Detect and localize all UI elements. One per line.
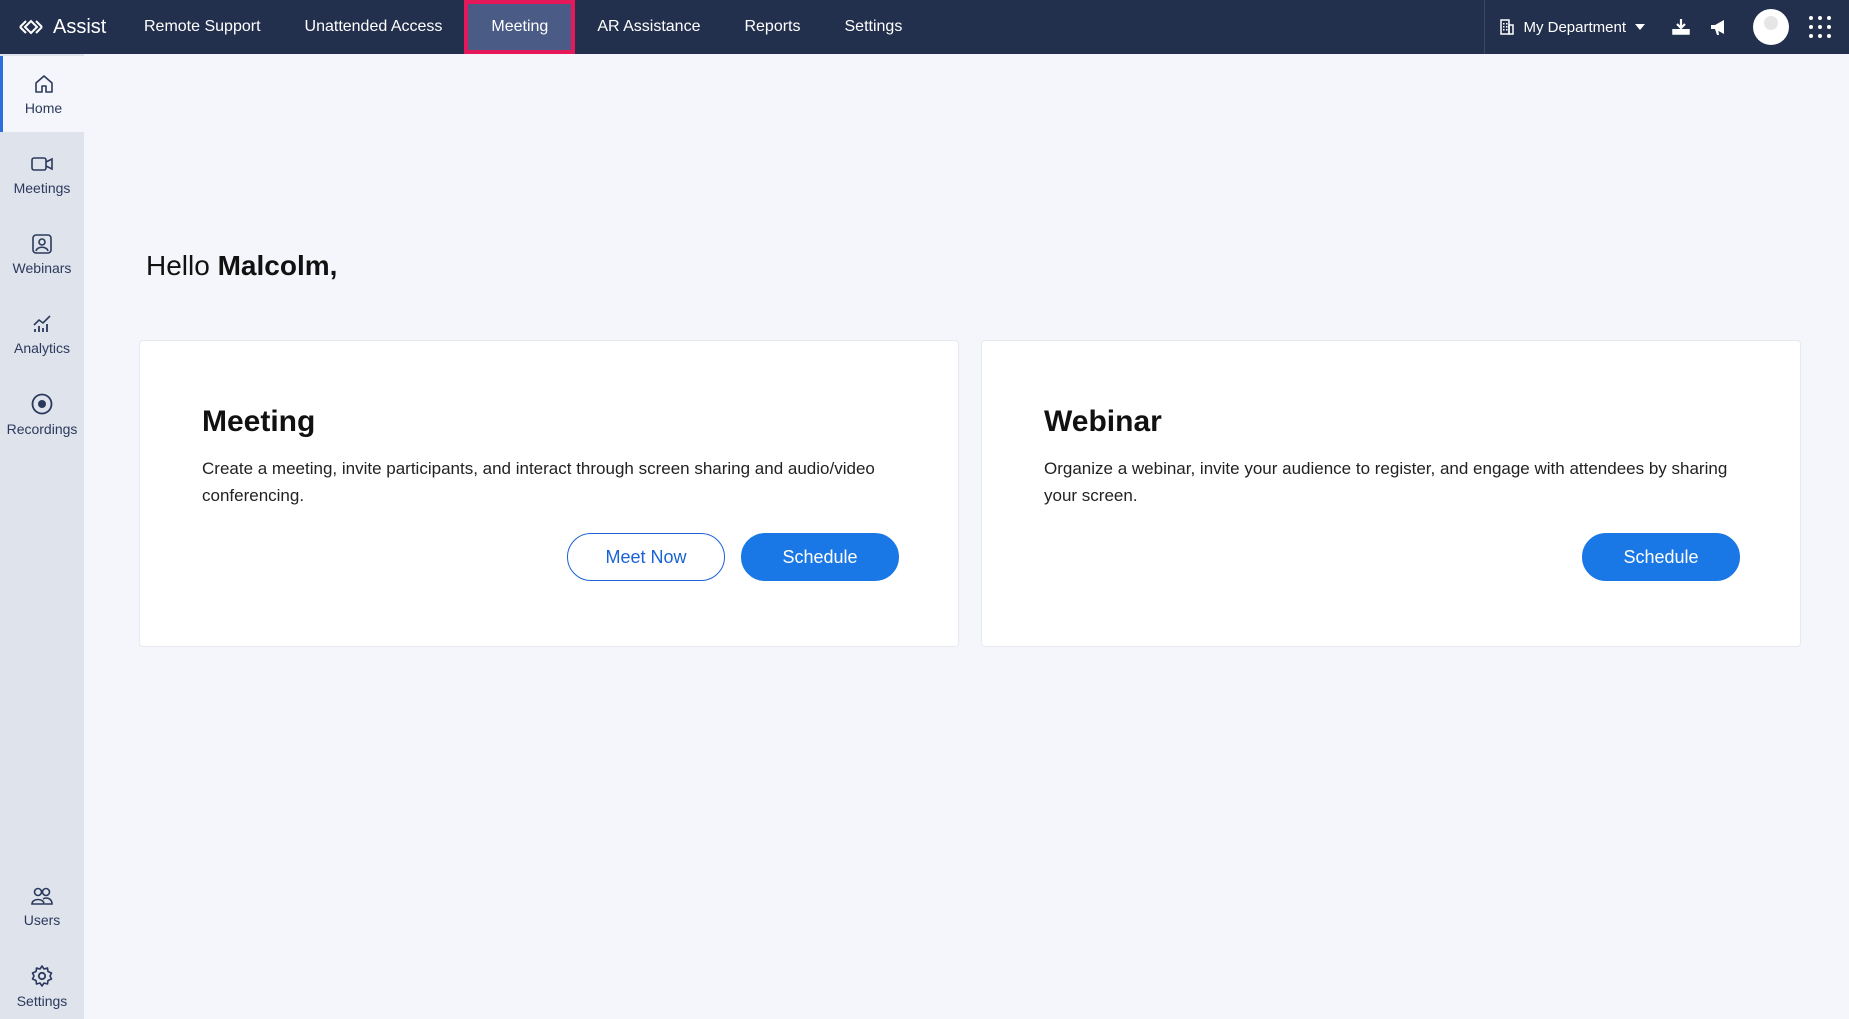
main-nav: Remote Support Unattended Access Meeting… (122, 0, 924, 54)
sidebar-item-meetings[interactable]: Meetings (0, 136, 84, 212)
chevron-down-icon (1635, 24, 1645, 30)
schedule-meeting-button[interactable]: Schedule (741, 533, 899, 581)
video-icon (31, 156, 53, 171)
sidebar-item-label: Analytics (13, 339, 71, 356)
home-icon (34, 74, 53, 93)
assist-logo-icon (19, 19, 43, 35)
greeting: Hello Malcolm, (146, 250, 337, 282)
nav-remote-support[interactable]: Remote Support (122, 0, 283, 54)
brand-logo[interactable]: Assist (0, 0, 122, 54)
sidebar-item-label: Meetings (13, 179, 71, 196)
user-name: Malcolm, (217, 250, 338, 281)
sidebar-item-settings[interactable]: Settings (0, 948, 84, 1019)
sidebar-item-label: Settings (16, 992, 68, 1009)
top-navigation-bar: Assist Remote Support Unattended Access … (0, 0, 1849, 54)
sidebar-item-recordings[interactable]: Recordings (0, 376, 84, 452)
top-right-actions: My Department (1484, 0, 1849, 54)
webinar-card-description: Organize a webinar, invite your audience… (1044, 459, 1728, 505)
department-selector[interactable]: My Department (1499, 19, 1645, 36)
sidebar-item-label: Recordings (6, 420, 78, 437)
announcement-icon[interactable] (1707, 15, 1731, 39)
greeting-prefix: Hello (146, 250, 218, 281)
meet-now-button[interactable]: Meet Now (567, 533, 725, 581)
apps-grid-icon[interactable] (1809, 16, 1831, 38)
meeting-card: Meeting Create a meeting, invite partici… (139, 340, 959, 647)
building-icon (1500, 19, 1515, 35)
sidebar-item-label: Users (23, 911, 61, 928)
department-label: My Department (1523, 18, 1626, 36)
nav-reports[interactable]: Reports (722, 0, 822, 54)
brand-name: Assist (53, 15, 107, 38)
download-icon[interactable] (1669, 15, 1693, 39)
sidebar-item-home[interactable]: Home (0, 56, 84, 132)
webinar-card: Webinar Organize a webinar, invite your … (981, 340, 1801, 647)
sidebar-item-webinars[interactable]: Webinars (0, 216, 84, 292)
gear-icon (31, 964, 53, 987)
nav-settings[interactable]: Settings (823, 0, 925, 54)
nav-unattended-access[interactable]: Unattended Access (283, 0, 465, 54)
meeting-card-title: Meeting (202, 405, 316, 438)
sidebar-item-analytics[interactable]: Analytics (0, 296, 84, 372)
sidebar-item-label: Home (24, 99, 63, 116)
sidebar-item-users[interactable]: Users (0, 868, 84, 944)
left-sidebar: Home Meetings Webinars Analytics Recordi… (0, 54, 84, 1019)
users-icon (31, 887, 53, 905)
schedule-webinar-button[interactable]: Schedule (1582, 533, 1740, 581)
sidebar-item-label: Webinars (12, 259, 72, 276)
analytics-icon (33, 314, 51, 332)
nav-meeting[interactable]: Meeting (464, 0, 576, 54)
webinar-card-title: Webinar (1044, 405, 1162, 438)
avatar[interactable] (1753, 9, 1789, 45)
nav-ar-assistance[interactable]: AR Assistance (575, 0, 722, 54)
record-icon (31, 393, 53, 414)
meeting-card-description: Create a meeting, invite participants, a… (202, 459, 875, 505)
webinar-icon (32, 233, 52, 254)
